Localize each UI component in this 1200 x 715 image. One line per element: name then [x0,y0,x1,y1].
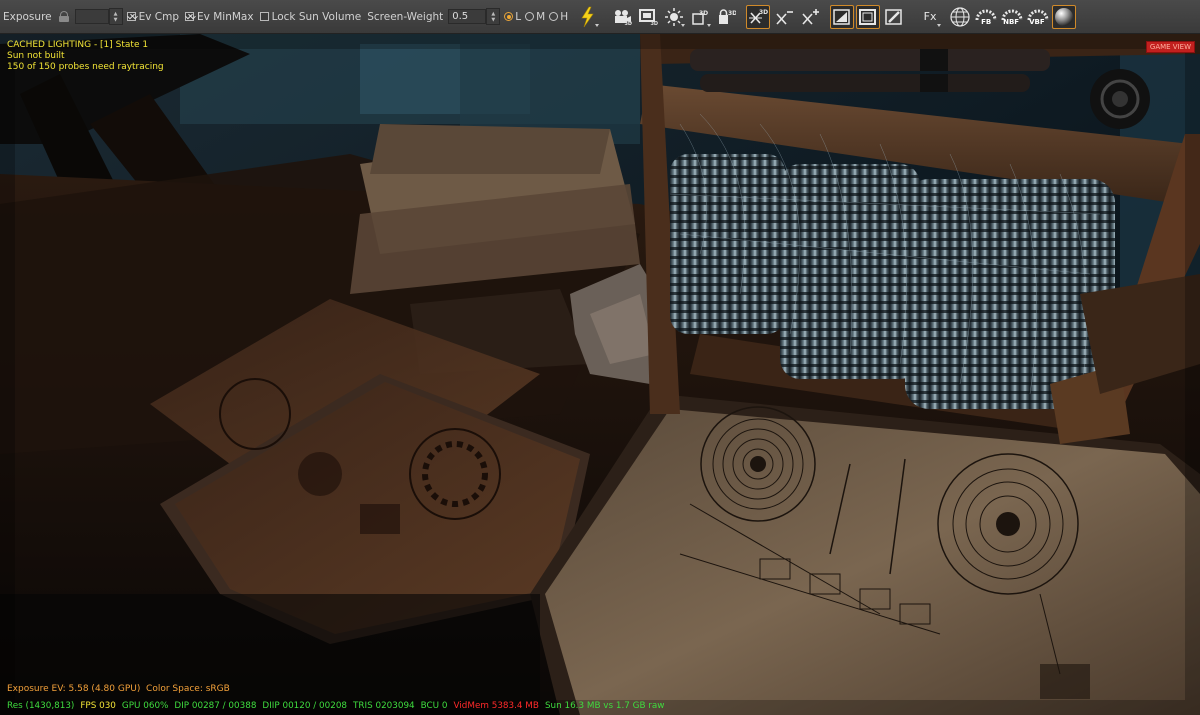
grid-sphere-icon [950,6,970,27]
stat-dip: DIP 00287 / 00388 [174,701,257,711]
cross-minus-button[interactable] [772,5,796,29]
ev-minmax-label: Ev MinMax [197,10,254,23]
nbf-label: NBF [1003,17,1020,26]
stat-fps: FPS 030 [80,701,116,711]
scene-render [0,34,1200,715]
stat-diip: DIIP 00120 / 00208 [262,701,348,711]
exposure-input[interactable] [74,9,109,24]
lock-sun-volume-checkbox[interactable]: Lock Sun Volume [259,10,362,23]
frame-icon [859,8,877,25]
cross-plus-button[interactable] [798,5,822,29]
lock-icon[interactable] [58,11,69,22]
fx-icon: Fx [923,10,937,23]
cross-3d-icon: 3D [749,9,768,24]
box-3d-button[interactable]: 3D [688,5,712,29]
svg-text:3D: 3D [699,10,708,17]
exposure-info: Exposure EV: 5.58 (4.80 GPU) Color Space… [7,684,230,694]
radio-unselected-icon [525,12,535,21]
exposure-spinner[interactable]: ▲ ▼ [108,8,123,25]
edit-button[interactable] [882,5,906,29]
exposure-label: Exposure [3,10,52,23]
checkbox-unchecked-icon [259,12,269,21]
cross-3d-button[interactable]: 3D [746,4,771,29]
quality-h-label: H [560,10,569,23]
edit-icon [885,8,902,25]
fb-button[interactable]: FB [974,5,998,29]
quality-m-label: M [536,10,546,23]
stat-gpu: GPU 060% [121,701,169,711]
lightning-button[interactable] [576,5,600,29]
fb-label: FB [981,17,992,26]
lock-3d-button[interactable]: 3D [714,5,738,29]
fx-button[interactable]: Fx [918,5,942,29]
frame-button[interactable] [856,4,881,29]
ev-cmp-checkbox[interactable]: Ev Cmp [126,10,180,23]
stats-bar: Res (1430,813) FPS 030 GPU 060% DIP 0028… [7,701,671,711]
quality-radio-h[interactable]: H [549,11,568,23]
checkbox-checked-icon [126,12,136,21]
lighting-title: CACHED LIGHTING - [1] State 1 [7,40,149,50]
scene-viewport[interactable]: CACHED LIGHTING - [1] State 1 Sun not bu… [0,34,1200,715]
lock-sun-volume-label: Lock Sun Volume [271,10,362,23]
svg-text:3D: 3D [728,10,736,17]
quality-radio-l[interactable]: L [504,11,521,23]
sun-3d-button[interactable] [662,5,686,29]
grid-sphere-button[interactable] [948,5,972,29]
stat-tris: TRIS 0203094 [353,701,415,711]
radio-selected-icon [504,12,514,21]
ev-minmax-checkbox[interactable]: Ev MinMax [185,11,254,23]
material-sphere-icon [1055,7,1074,26]
lock-3d-icon: 3D [719,8,736,24]
viewport-toolbar: Exposure ▲ ▼ Ev Cmp Ev MinMax Lock Sun Vo… [0,0,1200,34]
cross-plus-icon [802,8,820,25]
stat-bcu: BCU 0 [420,701,448,711]
cross-minus-icon [776,10,794,25]
screen-weight-input[interactable] [448,9,487,24]
game-view-badge: GAME VIEW [1145,41,1195,53]
vbf-label: VBF [1029,17,1045,26]
snapshot-button[interactable] [830,4,855,29]
ev-cmp-label: Ev Cmp [138,10,180,23]
nbf-button[interactable]: NBF [1000,5,1024,29]
quality-radio-m[interactable]: M [525,11,545,23]
screen-weight-spinner[interactable]: ▲ ▼ [486,8,501,25]
vbf-button[interactable]: VBF [1026,5,1050,29]
stat-sun: Sun 16.3 MB vs 1.7 GB raw [544,701,665,711]
snapshot-icon [833,8,850,25]
screen-3d-button[interactable]: 3D [636,5,660,29]
camera-3d-button[interactable]: 3D [610,5,634,29]
probe-status: 150 of 150 probes need raytracing [7,62,164,72]
screen-weight-label: Screen-Weight [367,10,444,23]
checkbox-checked-icon [185,12,195,21]
editor-window: Exposure ▲ ▼ Ev Cmp Ev MinMax Lock Sun Vo… [0,0,1200,715]
stat-vidmem: VidMem 5383.4 MB [453,701,539,711]
material-sphere-button[interactable] [1052,4,1077,29]
quality-l-label: L [515,10,522,23]
radio-unselected-icon [549,12,559,21]
sun-status: Sun not built [7,51,65,61]
svg-text:3D: 3D [759,9,768,16]
stat-res: Res (1430,813) [7,701,75,711]
